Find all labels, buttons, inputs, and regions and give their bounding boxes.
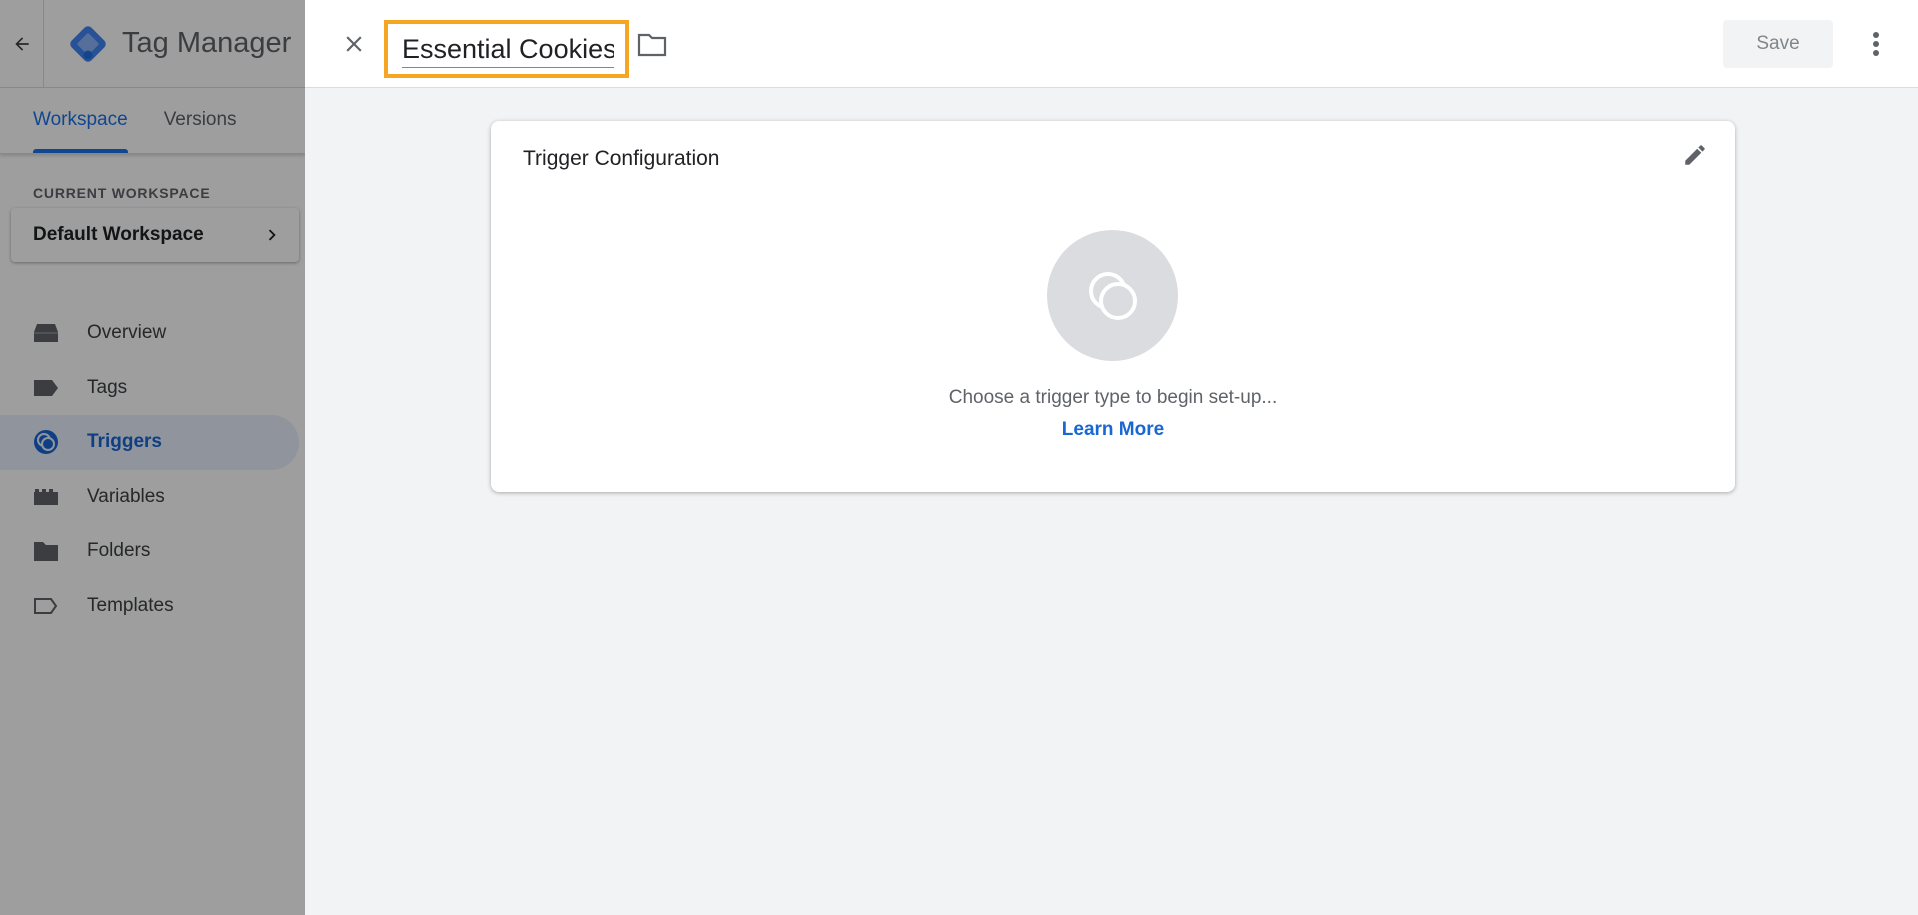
folder-outline-icon <box>637 33 667 57</box>
card-title: Trigger Configuration <box>523 147 720 170</box>
pencil-icon <box>1685 145 1705 165</box>
trigger-configuration-card[interactable]: Trigger Configuration Choose a trigger t… <box>491 121 1735 492</box>
trigger-name-highlight <box>384 20 629 78</box>
more-vert-icon <box>1873 32 1879 56</box>
more-options-button[interactable] <box>1861 26 1891 62</box>
close-icon <box>346 36 362 52</box>
modal-scrim[interactable] <box>0 0 305 915</box>
trigger-type-placeholder[interactable] <box>1047 230 1178 361</box>
close-button[interactable] <box>336 26 372 62</box>
edit-button[interactable] <box>1677 137 1713 173</box>
folder-button[interactable] <box>635 28 669 62</box>
editor-toolbar: Save <box>305 0 1918 88</box>
trigger-type-prompt: Choose a trigger type to begin set-up... <box>948 387 1278 408</box>
trigger-name-input[interactable] <box>402 32 614 68</box>
learn-more-link[interactable]: Learn More <box>491 419 1735 441</box>
save-button[interactable]: Save <box>1723 20 1833 68</box>
trigger-editor-panel: Save Trigger Configuration Choose a trig… <box>305 0 1918 915</box>
trigger-icon <box>1088 271 1137 320</box>
